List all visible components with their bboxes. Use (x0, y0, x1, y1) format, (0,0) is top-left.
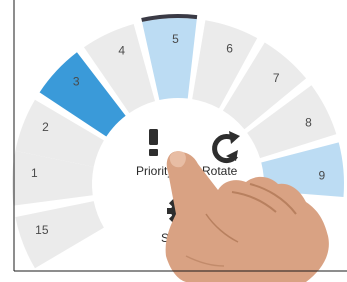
segment-label: 15 (35, 223, 49, 237)
segment-label: 1 (31, 166, 38, 180)
segment-label: 7 (273, 71, 280, 85)
segment-15[interactable]: 15 (15, 201, 104, 269)
segment-label: 8 (305, 115, 312, 129)
exclamation-icon (149, 129, 158, 156)
segment-label: 6 (226, 42, 233, 56)
segment-label: 3 (73, 74, 80, 88)
segment-label: 5 (172, 32, 179, 46)
segment-tile (15, 201, 104, 269)
segment-label: 2 (42, 120, 49, 134)
radial-menu: 12345678915 Priority Rotate (11, 0, 347, 282)
segment-label: 9 (318, 169, 325, 183)
rotate-label: Rotate (202, 164, 238, 178)
radial-menu-screen: 1 2 3 4 5 6 7 8 9 15 Priority Rotate (0, 0, 347, 282)
segment-label: 4 (118, 44, 125, 58)
